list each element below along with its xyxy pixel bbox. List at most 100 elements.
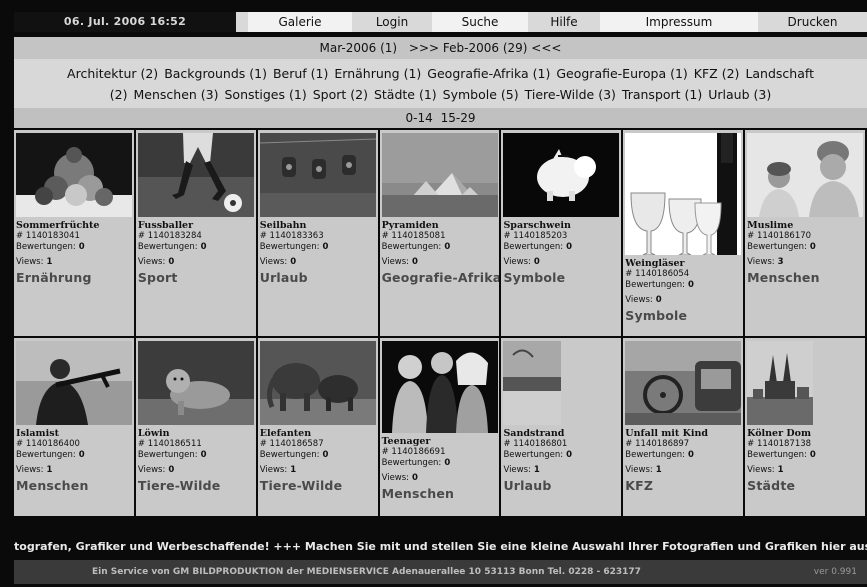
page-link-1[interactable]: 0-14	[406, 111, 433, 125]
category-link[interactable]: KFZ (2)	[694, 66, 740, 81]
image-title[interactable]: Islamist	[16, 428, 132, 439]
nav-galerie[interactable]: Galerie	[248, 12, 352, 32]
image-title[interactable]: Teenager	[382, 436, 498, 447]
category-link[interactable]: Sport (2)	[313, 87, 368, 102]
image-title[interactable]: Elefanten	[260, 428, 376, 439]
image-title[interactable]: Pyramiden	[382, 220, 498, 231]
version-label: ver 0.991	[813, 567, 857, 577]
image-id-prefix: #	[747, 439, 757, 449]
image-category-link[interactable]: Tiere-Wilde	[138, 478, 254, 493]
image-title[interactable]: Seilbahn	[260, 220, 376, 231]
image-title[interactable]: Sommerfrüchte	[16, 220, 132, 231]
ratings-line: Bewertungen: 0	[138, 450, 254, 461]
image-card[interactable]: Löwin # 1140186511 Bewertungen: 0 Views: 0 Tie…	[135, 338, 258, 518]
image-title[interactable]: Muslime	[747, 220, 863, 231]
views-value: 1	[533, 465, 540, 475]
category-link[interactable]: Transport (1)	[622, 87, 702, 102]
category-list: Architektur (2) Backgrounds (1) Beruf (1) E…	[14, 63, 867, 105]
image-category-link[interactable]: Städte	[747, 478, 863, 493]
thumbnail-image[interactable]	[625, 133, 742, 255]
category-link[interactable]: Geografie-Afrika (1)	[427, 66, 550, 81]
thumbnail-image[interactable]	[16, 341, 132, 425]
image-card[interactable]: Muslime # 1140186170 Bewertungen: 0 Views: 3 M…	[745, 130, 867, 338]
nav-suche[interactable]: Suche	[432, 12, 528, 32]
image-card[interactable]: Pyramiden # 1140185081 Bewertungen: 0 Views:…	[379, 130, 502, 338]
thumbnail-image[interactable]	[747, 133, 864, 217]
image-category-link[interactable]: Sport	[138, 270, 254, 285]
category-link[interactable]: Sonstiges (1)	[224, 87, 306, 102]
category-link-landschaft-part2[interactable]: (2)	[110, 87, 128, 102]
image-category-link[interactable]: Symbole	[503, 270, 619, 285]
page-link-2[interactable]: 15-29	[441, 111, 476, 125]
image-title[interactable]: Kölner Dom	[747, 428, 863, 439]
views-value: 1	[655, 465, 662, 475]
thumbnail-image[interactable]	[747, 341, 814, 425]
nav-hilfe[interactable]: Hilfe	[528, 12, 600, 32]
thumbnail-image[interactable]	[259, 341, 376, 425]
category-link[interactable]: Beruf (1)	[273, 66, 328, 81]
category-link[interactable]: Urlaub (3)	[708, 87, 771, 102]
image-id: 1140185203	[513, 231, 568, 241]
views-line: Views: 1	[503, 465, 619, 476]
month-next[interactable]: >>> Feb-2006 (29) <<<	[409, 41, 562, 55]
image-card[interactable]: Sparschwein # 1140185203 Bewertungen: 0 View…	[501, 130, 624, 338]
image-category-link[interactable]: Symbole	[625, 308, 741, 323]
image-title[interactable]: Sparschwein	[503, 220, 619, 231]
thumbnail-image[interactable]	[137, 133, 254, 217]
image-card[interactable]: Sommerfrüchte # 1140183041 Bewertungen: 0 Vi…	[14, 130, 136, 338]
image-category-link[interactable]: KFZ	[625, 478, 741, 493]
image-card[interactable]: Islamist # 1140186400 Bewertungen: 0 Views: 1…	[14, 338, 136, 518]
image-card[interactable]: Fussballer # 1140183284 Bewertungen: 0 Views…	[135, 130, 258, 338]
thumbnail-image[interactable]	[16, 133, 132, 217]
category-link[interactable]: Geografie-Europa (1)	[556, 66, 687, 81]
category-link[interactable]: Tiere-Wilde (3)	[525, 87, 616, 102]
views-label: Views:	[625, 465, 653, 475]
image-title[interactable]: Unfall mit Kind	[625, 428, 741, 439]
category-link[interactable]: Symbole (5)	[443, 87, 519, 102]
thumbnail-image[interactable]	[137, 341, 254, 425]
thumbnail-image[interactable]	[625, 341, 742, 425]
thumbnail-image[interactable]	[381, 133, 498, 217]
image-card[interactable]: Unfall mit Kind # 1140186897 Bewertungen: 0…	[623, 338, 746, 518]
thumbnail-image[interactable]	[503, 133, 620, 217]
category-link[interactable]: Menschen (3)	[133, 87, 218, 102]
thumbnail-image[interactable]	[503, 341, 562, 425]
ratings-label: Bewertungen:	[259, 450, 320, 460]
image-card[interactable]: Teenager # 1140186691 Bewertungen: 0 Views: 0…	[379, 338, 502, 518]
nav-impressum[interactable]: Impressum	[600, 12, 758, 32]
image-card[interactable]: Kölner Dom # 1140187138 Bewertungen: 0 Views…	[745, 338, 867, 518]
thumbnail-image[interactable]	[381, 341, 498, 433]
ratings-line: Bewertungen: 0	[382, 458, 498, 469]
image-category-link[interactable]: Ernährung	[16, 270, 132, 285]
nav-login[interactable]: Login	[352, 12, 432, 32]
image-card[interactable]: Seilbahn # 1140183363 Bewertungen: 0 Views: 0…	[257, 130, 380, 338]
category-link[interactable]: Architektur (2)	[67, 66, 158, 81]
image-title[interactable]: Sandstrand	[503, 428, 619, 439]
image-id-line: # 1140187138	[747, 439, 863, 450]
image-card[interactable]: Sandstrand # 1140186801 Bewertungen: 0 Views…	[501, 338, 624, 518]
image-category-link[interactable]: Geografie-Afrika	[382, 270, 500, 285]
category-link-landschaft-part1[interactable]: Landschaft	[745, 66, 814, 81]
image-id: 1140183284	[147, 231, 202, 241]
image-card[interactable]: Elefanten # 1140186587 Bewertungen: 0 Views:…	[257, 338, 380, 518]
category-link[interactable]: Städte (1)	[374, 87, 437, 102]
category-link[interactable]: Backgrounds (1)	[164, 66, 267, 81]
image-category-link[interactable]: Menschen	[16, 478, 132, 493]
image-category-link[interactable]: Tiere-Wilde	[260, 478, 376, 493]
nav-drucken[interactable]: Drucken	[758, 12, 867, 32]
category-link[interactable]: Ernährung (1)	[334, 66, 421, 81]
image-title[interactable]: Löwin	[138, 428, 254, 439]
month-current[interactable]: Mar-2006 (1)	[320, 41, 398, 55]
image-category-link[interactable]: Urlaub	[503, 478, 619, 493]
image-category-link[interactable]: Menschen	[382, 486, 498, 501]
image-card[interactable]: Weingläser # 1140186054 Bewertungen: 0 Views…	[623, 130, 746, 338]
image-id: 1140186897	[635, 439, 690, 449]
image-title[interactable]: Fussballer	[138, 220, 254, 231]
image-id-line: # 1140186801	[503, 439, 619, 450]
thumbnail-image[interactable]	[259, 133, 376, 217]
image-category-link[interactable]: Menschen	[747, 270, 863, 285]
page-frame: 06. Jul. 2006 16:52 Galerie Login Suche …	[0, 0, 867, 587]
image-title[interactable]: Weingläser	[625, 258, 741, 269]
ratings-line: Bewertungen: 0	[625, 450, 741, 461]
image-category-link[interactable]: Urlaub	[260, 270, 376, 285]
